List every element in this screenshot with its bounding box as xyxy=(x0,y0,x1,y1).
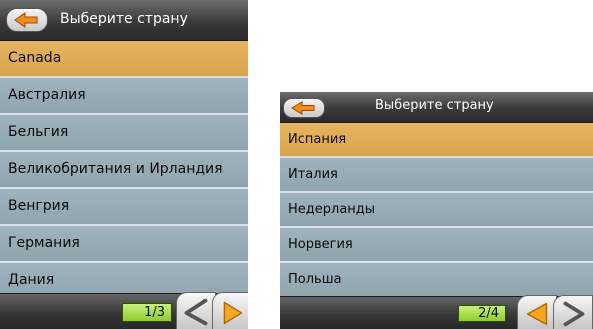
list-item[interactable]: Австралия xyxy=(0,78,248,115)
next-page-button[interactable] xyxy=(212,292,248,329)
list-item[interactable]: Норвегия xyxy=(280,228,593,263)
back-button[interactable] xyxy=(283,98,325,118)
prev-arrow-icon xyxy=(184,298,208,326)
page-indicator: 2/4 xyxy=(458,305,506,322)
page-title: Выберите страну xyxy=(375,98,494,113)
list-item[interactable]: Великобритания и Ирландия xyxy=(0,152,248,189)
next-arrow-icon xyxy=(563,301,585,327)
page-indicator: 1/3 xyxy=(122,303,172,322)
back-button[interactable] xyxy=(6,8,48,32)
back-arrow-icon xyxy=(14,12,38,28)
list-item[interactable]: Венгрия xyxy=(0,189,248,226)
list-item[interactable]: Италия xyxy=(280,158,593,193)
list-item[interactable]: Польша xyxy=(280,263,593,298)
list-item[interactable]: Недерланды xyxy=(280,193,593,228)
list-item[interactable]: Canada xyxy=(0,41,248,78)
country-list-screen-2: Выберите страну Испания Италия Недерланд… xyxy=(280,92,593,329)
title-bar: Выберите страну xyxy=(280,92,593,123)
list-item[interactable]: Германия xyxy=(0,226,248,263)
prev-page-button[interactable] xyxy=(176,292,216,329)
title-bar: Выберите страну xyxy=(0,0,248,41)
country-list-screen-1: Выберите страну Canada Австралия Бельгия… xyxy=(0,0,248,329)
list-item[interactable]: Бельгия xyxy=(0,115,248,152)
next-arrow-icon xyxy=(223,301,243,325)
page-title: Выберите страну xyxy=(60,11,188,27)
prev-page-button[interactable] xyxy=(517,295,557,329)
back-arrow-icon xyxy=(291,101,315,115)
list-item[interactable]: Испания xyxy=(280,123,593,158)
pager-bar: 1/3 xyxy=(0,292,248,329)
pager-bar: 2/4 xyxy=(280,295,593,329)
prev-arrow-icon xyxy=(526,302,548,326)
country-list: Canada Австралия Бельгия Великобритания … xyxy=(0,41,248,300)
next-page-button[interactable] xyxy=(553,295,593,329)
country-list: Испания Италия Недерланды Норвегия Польш… xyxy=(280,123,593,298)
